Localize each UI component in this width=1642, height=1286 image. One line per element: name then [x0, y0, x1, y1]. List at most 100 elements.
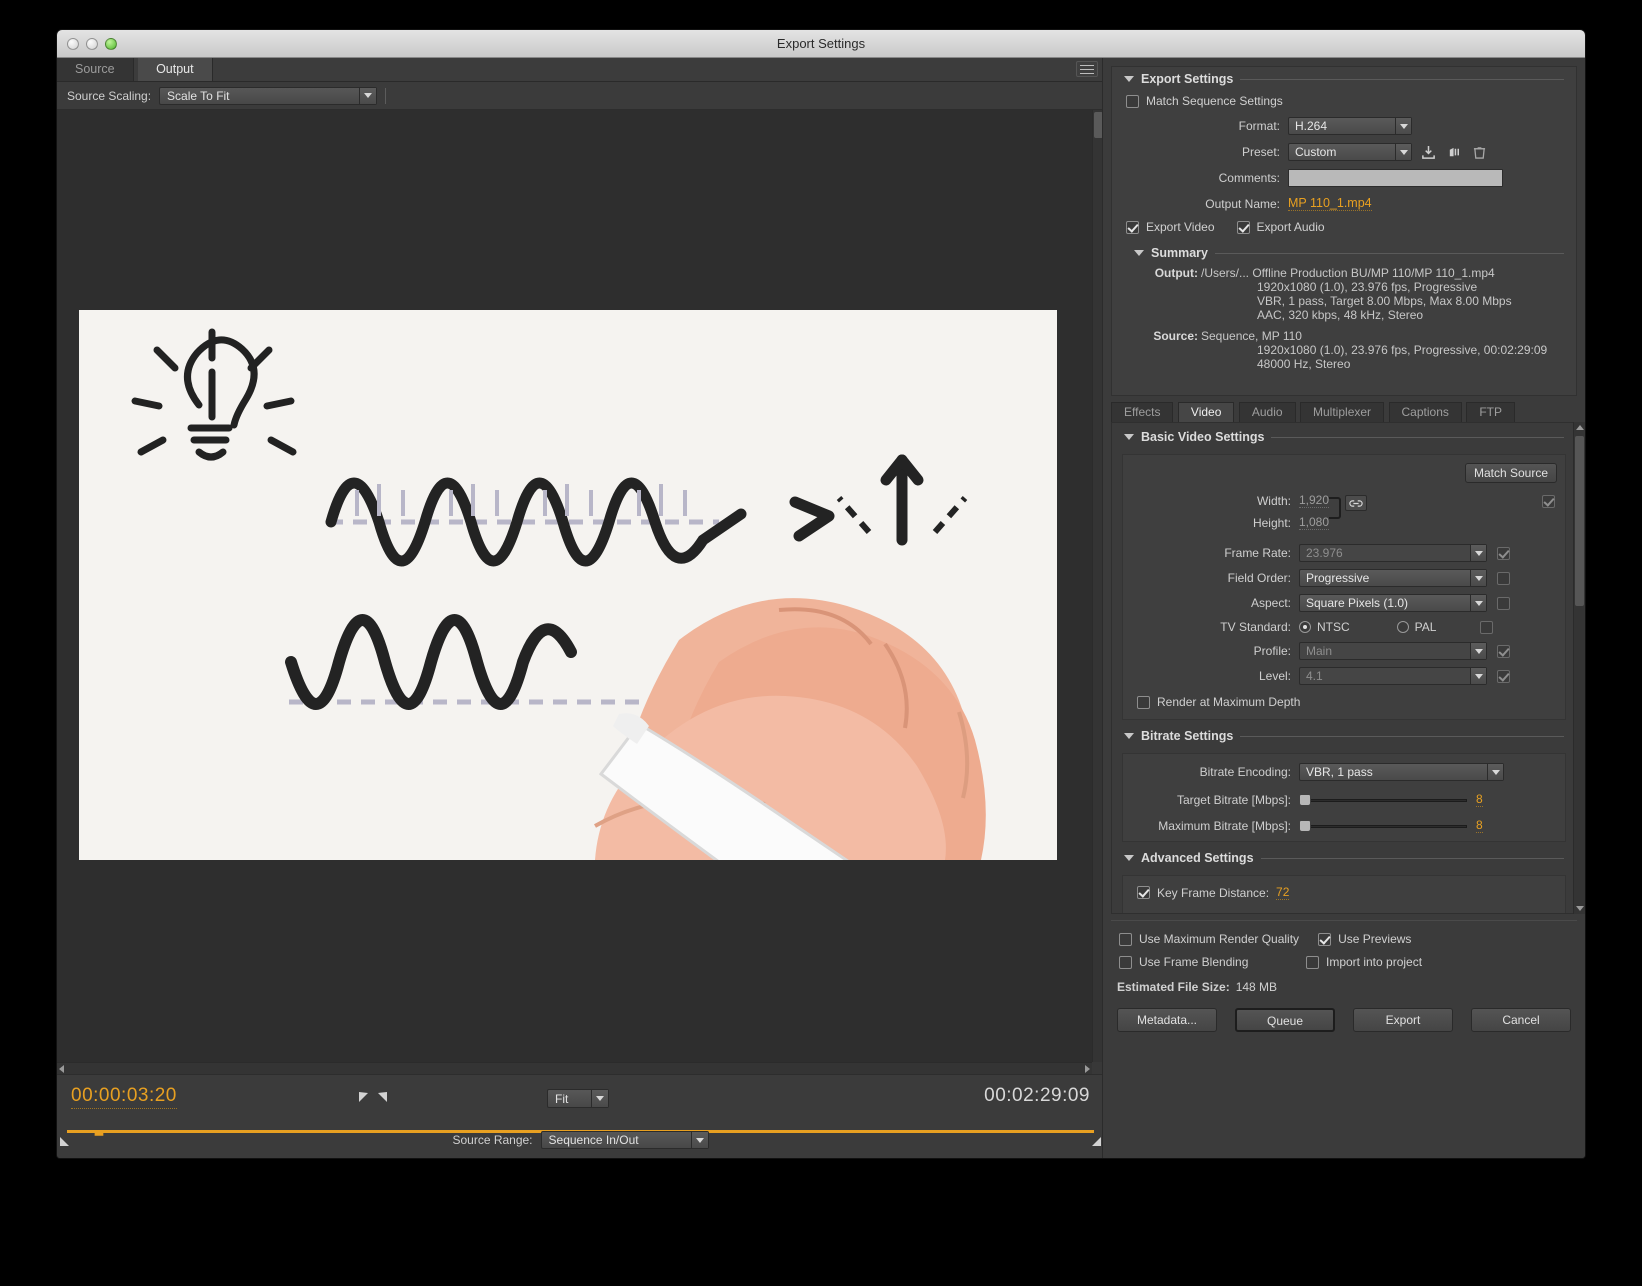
mark-in-icon[interactable] [359, 1092, 368, 1102]
match-source-button[interactable]: Match Source [1465, 463, 1557, 483]
frame-rate-row: Frame Rate: 23.976 [1123, 544, 1565, 562]
scroll-left-icon[interactable] [59, 1065, 64, 1073]
output-name-label: Output Name: [1205, 196, 1280, 211]
bitrate-settings-header[interactable]: Bitrate Settings [1112, 720, 1576, 745]
aspect-dropdown[interactable]: Square Pixels (1.0) [1299, 594, 1487, 612]
save-preset-icon[interactable] [1421, 145, 1436, 160]
settings-vertical-scrollbar[interactable] [1573, 422, 1585, 914]
width-value[interactable]: 1,920 [1299, 493, 1330, 508]
export-button[interactable]: Export [1353, 1008, 1453, 1032]
bitrate-encoding-dropdown[interactable]: VBR, 1 pass [1299, 763, 1504, 781]
height-row: Height: 1,080 [1123, 515, 1565, 530]
key-frame-distance-value[interactable]: 72 [1276, 885, 1290, 900]
tab-multiplexer[interactable]: Multiplexer [1300, 402, 1385, 422]
tab-video[interactable]: Video [1177, 402, 1235, 422]
format-row: Format: H.264 [1112, 117, 1576, 135]
tab-ftp[interactable]: FTP [1466, 402, 1515, 422]
profile-dropdown[interactable]: Main [1299, 642, 1487, 660]
target-bitrate-value[interactable]: 8 [1476, 792, 1483, 807]
disclosure-triangle-icon[interactable] [1124, 434, 1134, 440]
scroll-down-icon[interactable] [1576, 906, 1584, 911]
tab-effects[interactable]: Effects [1111, 402, 1174, 422]
disclosure-triangle-icon[interactable] [1124, 76, 1134, 82]
chevron-down-icon [1470, 570, 1486, 586]
chevron-down-icon [1470, 545, 1486, 561]
header-rule [1240, 735, 1564, 737]
export-settings-header[interactable]: Export Settings [1112, 67, 1576, 88]
source-scaling-label: Source Scaling: [67, 88, 152, 103]
format-label: Format: [1238, 119, 1280, 133]
frame-rate-enable-checkbox[interactable] [1497, 546, 1510, 560]
disclosure-triangle-icon[interactable] [1124, 733, 1134, 739]
preview-horizontal-scrollbar[interactable] [57, 1062, 1092, 1074]
aspect-row: Aspect: Square Pixels (1.0) [1123, 594, 1565, 612]
width-enable-checkbox[interactable] [1542, 495, 1555, 508]
summary-header[interactable]: Summary [1112, 241, 1576, 262]
source-range-dropdown[interactable]: Sequence In/Out [540, 1131, 709, 1149]
profile-label: Profile: [1253, 644, 1291, 658]
use-frame-blending-checkbox[interactable] [1119, 955, 1132, 969]
tv-standard-pal-radio[interactable] [1396, 621, 1409, 633]
link-dimensions-icon[interactable] [1345, 495, 1367, 511]
disclosure-triangle-icon[interactable] [1134, 250, 1144, 256]
target-bitrate-label: Target Bitrate [Mbps]: [1176, 792, 1291, 807]
tab-output[interactable]: Output [138, 58, 213, 81]
disclosure-triangle-icon[interactable] [1124, 855, 1134, 861]
match-sequence-settings-row[interactable]: Match Sequence Settings [1126, 94, 1576, 108]
frame-rate-dropdown[interactable]: 23.976 [1299, 544, 1487, 562]
level-dropdown[interactable]: 4.1 [1299, 667, 1487, 685]
comments-input[interactable] [1288, 169, 1503, 187]
tab-captions[interactable]: Captions [1388, 402, 1462, 422]
level-enable-checkbox[interactable] [1497, 669, 1510, 683]
slider-track [1299, 798, 1467, 802]
maximum-bitrate-row: Maximum Bitrate [Mbps]: 8 [1123, 818, 1565, 833]
metadata-button[interactable]: Metadata... [1117, 1008, 1217, 1032]
slider-knob[interactable] [1299, 793, 1311, 806]
preset-dropdown[interactable]: Custom [1288, 143, 1412, 161]
mark-out-icon[interactable] [378, 1092, 387, 1102]
delete-preset-icon[interactable] [1473, 145, 1486, 160]
use-previews-checkbox[interactable] [1318, 932, 1332, 946]
panel-menu-icon[interactable] [1076, 61, 1098, 77]
slider-track [1299, 824, 1467, 828]
source-scaling-dropdown[interactable]: Scale To Fit [159, 86, 378, 105]
queue-button[interactable]: Queue [1235, 1008, 1335, 1032]
tab-source[interactable]: Source [57, 58, 134, 81]
key-frame-distance-checkbox[interactable] [1137, 886, 1150, 899]
export-video-checkbox[interactable] [1126, 220, 1139, 234]
current-timecode[interactable]: 00:00:03:20 [71, 1085, 177, 1109]
import-preset-icon[interactable] [1447, 145, 1462, 160]
match-sequence-settings-checkbox[interactable] [1126, 94, 1139, 108]
render-max-depth-row[interactable]: Render at Maximum Depth [1137, 695, 1565, 709]
target-bitrate-slider[interactable] [1299, 793, 1467, 806]
settings-tabstrip: Effects Video Audio Multiplexer Captions… [1111, 402, 1577, 422]
advanced-settings-header[interactable]: Advanced Settings [1112, 842, 1576, 867]
tv-standard-ntsc-radio[interactable] [1299, 621, 1311, 633]
import-into-project-checkbox[interactable] [1306, 955, 1319, 969]
window-title: Export Settings [776, 36, 866, 51]
render-max-depth-checkbox[interactable] [1137, 695, 1150, 709]
field-order-dropdown[interactable]: Progressive [1299, 569, 1487, 587]
scroll-thumb[interactable] [1575, 436, 1584, 606]
use-max-render-quality-checkbox[interactable] [1119, 932, 1132, 946]
maximum-bitrate-value[interactable]: 8 [1476, 818, 1483, 833]
output-name-link[interactable]: MP 110_1.mp4 [1288, 196, 1372, 211]
basic-video-settings-header[interactable]: Basic Video Settings [1112, 423, 1576, 446]
slider-knob[interactable] [1299, 819, 1311, 832]
in-out-markers[interactable] [359, 1092, 387, 1102]
height-value[interactable]: 1,080 [1299, 515, 1330, 530]
scroll-right-icon[interactable] [1085, 1065, 1090, 1073]
scroll-up-icon[interactable] [1576, 425, 1584, 430]
tab-audio[interactable]: Audio [1238, 402, 1296, 422]
zoom-level-dropdown[interactable]: Fit [547, 1089, 609, 1108]
cancel-button[interactable]: Cancel [1471, 1008, 1571, 1032]
export-audio-checkbox[interactable] [1236, 220, 1250, 234]
format-dropdown[interactable]: H.264 [1288, 117, 1412, 135]
preview-canvas[interactable]: Crayola.com [57, 110, 1104, 1062]
aspect-enable-checkbox[interactable] [1497, 596, 1510, 610]
output-name-row: Output Name: MP 110_1.mp4 [1112, 196, 1576, 211]
tv-standard-enable-checkbox[interactable] [1480, 620, 1494, 634]
field-order-enable-checkbox[interactable] [1497, 571, 1510, 585]
maximum-bitrate-slider[interactable] [1299, 819, 1467, 832]
profile-enable-checkbox[interactable] [1497, 644, 1510, 658]
